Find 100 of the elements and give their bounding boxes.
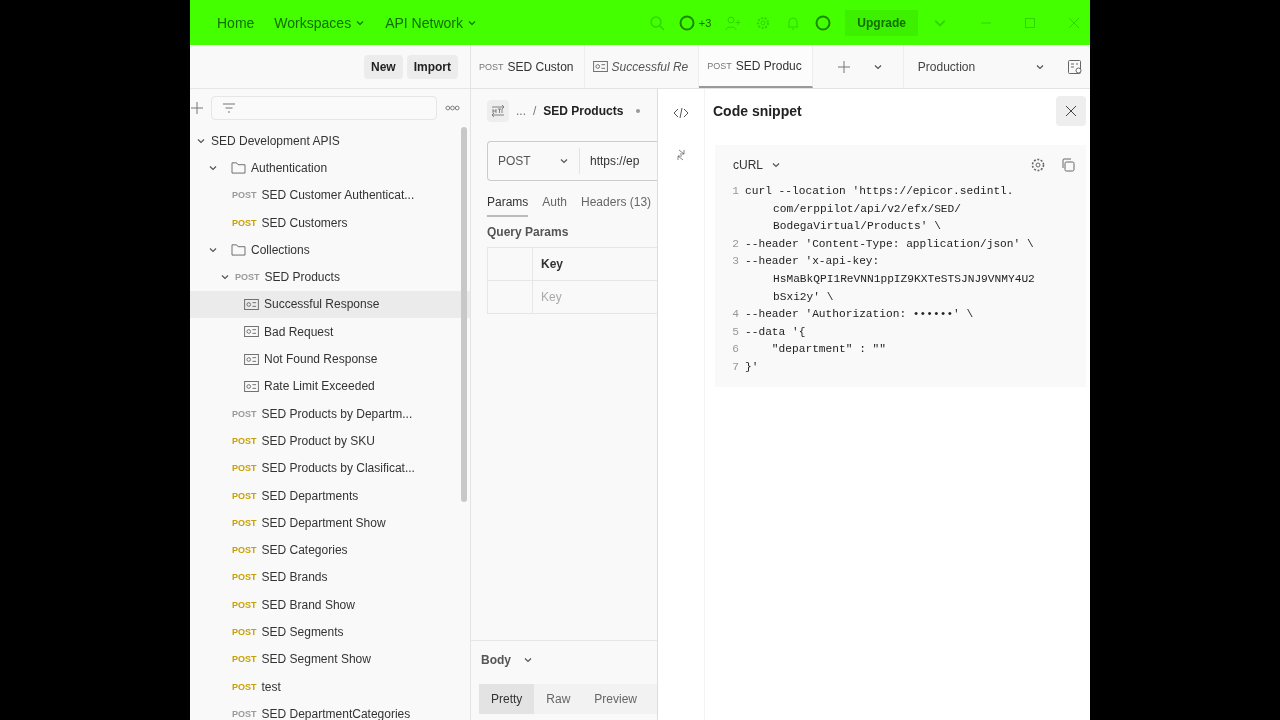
line-number: 4 bbox=[731, 307, 740, 323]
key-field[interactable]: Key bbox=[533, 281, 643, 313]
tree-item[interactable]: SED Development APIS bbox=[190, 127, 470, 155]
code-line: HsMaBkQPI1ReVNN1ppIZ9KXTeSTSJNJ9VNMY4U2 bbox=[773, 271, 1035, 287]
tree-label: SED Customer Authenticat... bbox=[261, 188, 415, 203]
method-label: POST bbox=[232, 435, 257, 446]
method-label: POST bbox=[235, 272, 260, 283]
tree-item[interactable]: POST SED Brand Show bbox=[190, 591, 470, 619]
add-icon[interactable] bbox=[837, 60, 850, 73]
tree-item[interactable]: Authentication bbox=[190, 154, 470, 182]
nav-link[interactable]: Workspaces bbox=[274, 14, 366, 31]
more-icon[interactable] bbox=[445, 105, 460, 111]
code-line: --data '{ bbox=[745, 324, 806, 340]
request-section-tab[interactable]: Auth bbox=[542, 187, 568, 217]
tab-label: SED Produc bbox=[735, 58, 802, 73]
url-field[interactable]: https://ep bbox=[580, 154, 640, 168]
avatar-icon[interactable] bbox=[815, 14, 832, 31]
breadcrumb-ellipsis[interactable]: ... bbox=[516, 104, 526, 118]
tree-item[interactable]: Bad Request bbox=[190, 318, 470, 346]
tree-label: SED Brand Show bbox=[261, 597, 355, 612]
tree-item[interactable]: POST SED Customers bbox=[190, 208, 470, 237]
line-number: 5 bbox=[731, 324, 740, 340]
filter-field[interactable] bbox=[211, 96, 437, 120]
method-label: POST bbox=[232, 708, 257, 719]
tree-item[interactable]: Collections bbox=[190, 236, 470, 264]
method-label: POST bbox=[232, 463, 257, 474]
upgrade-button[interactable]: Upgrade bbox=[845, 9, 918, 36]
tree-item[interactable]: POST SED Segments bbox=[190, 618, 470, 646]
view-tab[interactable]: Pretty bbox=[479, 684, 535, 714]
tree-item[interactable]: POST test bbox=[190, 672, 470, 701]
nav-link[interactable]: Home bbox=[217, 14, 255, 31]
view-tab[interactable]: Raw bbox=[534, 684, 583, 714]
tree-item[interactable]: POST SED DepartmentCategories bbox=[190, 700, 470, 720]
line-number: 6 bbox=[731, 342, 740, 358]
folder-icon bbox=[231, 161, 246, 175]
copy-icon[interactable] bbox=[1060, 157, 1076, 173]
request-name: SED Products bbox=[543, 104, 624, 118]
method-label: POST bbox=[707, 60, 732, 71]
tree-item[interactable]: POST SED Brands bbox=[190, 563, 470, 592]
code-line: curl --location 'https://epicor.sedintl. bbox=[745, 184, 1014, 199]
code-icon[interactable] bbox=[673, 107, 689, 119]
tree-label: Bad Request bbox=[264, 324, 334, 339]
toolbar-button[interactable]: New bbox=[363, 54, 403, 79]
tree-item[interactable]: Rate Limit Exceeded bbox=[190, 372, 470, 400]
request-section-tab[interactable]: Params bbox=[487, 187, 529, 217]
tree-item[interactable]: POST SED Department Show bbox=[190, 509, 470, 537]
view-tab[interactable]: Preview bbox=[582, 684, 650, 714]
tree-item[interactable]: POST SED Products by Clasificat... bbox=[190, 454, 470, 482]
settings-icon[interactable] bbox=[1030, 157, 1046, 173]
tree-label: SED Categories bbox=[261, 543, 348, 558]
scrollbar[interactable] bbox=[461, 127, 467, 502]
toolbar-button[interactable]: Import bbox=[406, 54, 458, 79]
close-icon[interactable] bbox=[1065, 105, 1077, 117]
code-line: }' bbox=[745, 359, 759, 375]
method-dropdown[interactable]: POST bbox=[488, 148, 580, 174]
code-line: --header 'Authorization: ••••••' \ bbox=[745, 307, 974, 323]
request-tab[interactable]: POST SED Custon bbox=[471, 45, 585, 88]
column-header: Key bbox=[540, 256, 563, 273]
example-icon bbox=[244, 326, 259, 338]
close-button[interactable] bbox=[1056, 96, 1086, 126]
folder-icon bbox=[231, 243, 246, 257]
line-number: 1 bbox=[731, 184, 740, 199]
code-line: bSxi2y' \ bbox=[773, 289, 834, 305]
method-label: POST bbox=[232, 599, 257, 610]
avatar-icon[interactable] bbox=[678, 14, 695, 31]
tree-label: Collections bbox=[251, 242, 310, 257]
language-dropdown[interactable]: cURL bbox=[723, 158, 781, 172]
environment-dropdown[interactable]: Production bbox=[902, 45, 1053, 88]
request-section-tab[interactable]: Headers (13) bbox=[581, 187, 652, 217]
example-icon bbox=[244, 353, 259, 365]
caret-icon[interactable] bbox=[559, 156, 569, 166]
tree-label: SED Segment Show bbox=[261, 652, 371, 667]
tree-label: Authentication bbox=[251, 160, 328, 175]
tree-item[interactable]: POST SED Departments bbox=[190, 481, 470, 510]
tree-item[interactable]: POST SED Products bbox=[190, 263, 470, 291]
body-dropdown[interactable]: Body bbox=[479, 646, 657, 674]
environment-view-icon[interactable] bbox=[1066, 58, 1083, 75]
section-heading: Query Params bbox=[487, 225, 569, 239]
tree-item[interactable]: Not Found Response bbox=[190, 345, 470, 373]
add-icon[interactable] bbox=[191, 102, 203, 114]
collaborator-count: +3 bbox=[698, 16, 712, 29]
nav-link[interactable]: API Network bbox=[385, 14, 477, 31]
method-label: POST bbox=[232, 490, 257, 501]
tree-label: SED Product by SKU bbox=[261, 433, 375, 448]
tree-label: SED Development APIS bbox=[211, 133, 340, 148]
tree-item[interactable]: POST SED Product by SKU bbox=[190, 427, 470, 455]
tree-item[interactable]: POST SED Segment Show bbox=[190, 645, 470, 673]
method-label: POST bbox=[232, 545, 257, 556]
code-line: BodegaVirtual/Products' \ bbox=[773, 219, 941, 235]
tree-item[interactable]: POST SED Categories bbox=[190, 536, 470, 564]
filter-icon[interactable] bbox=[222, 102, 236, 114]
tree-item[interactable]: POST SED Customer Authenticat... bbox=[190, 181, 470, 209]
tree-item[interactable]: Successful Response bbox=[190, 290, 470, 319]
caret-icon[interactable] bbox=[523, 655, 533, 665]
tree-label: Successful Response bbox=[264, 297, 380, 312]
tree-item[interactable]: POST SED Products by Departm... bbox=[190, 399, 470, 428]
method-label: POST bbox=[479, 61, 504, 72]
request-tab[interactable]: POST SED Produc bbox=[699, 45, 813, 88]
code-line: com/erppilot/api/v2/efx/SED/ bbox=[773, 201, 961, 217]
caret-icon[interactable] bbox=[771, 160, 781, 170]
